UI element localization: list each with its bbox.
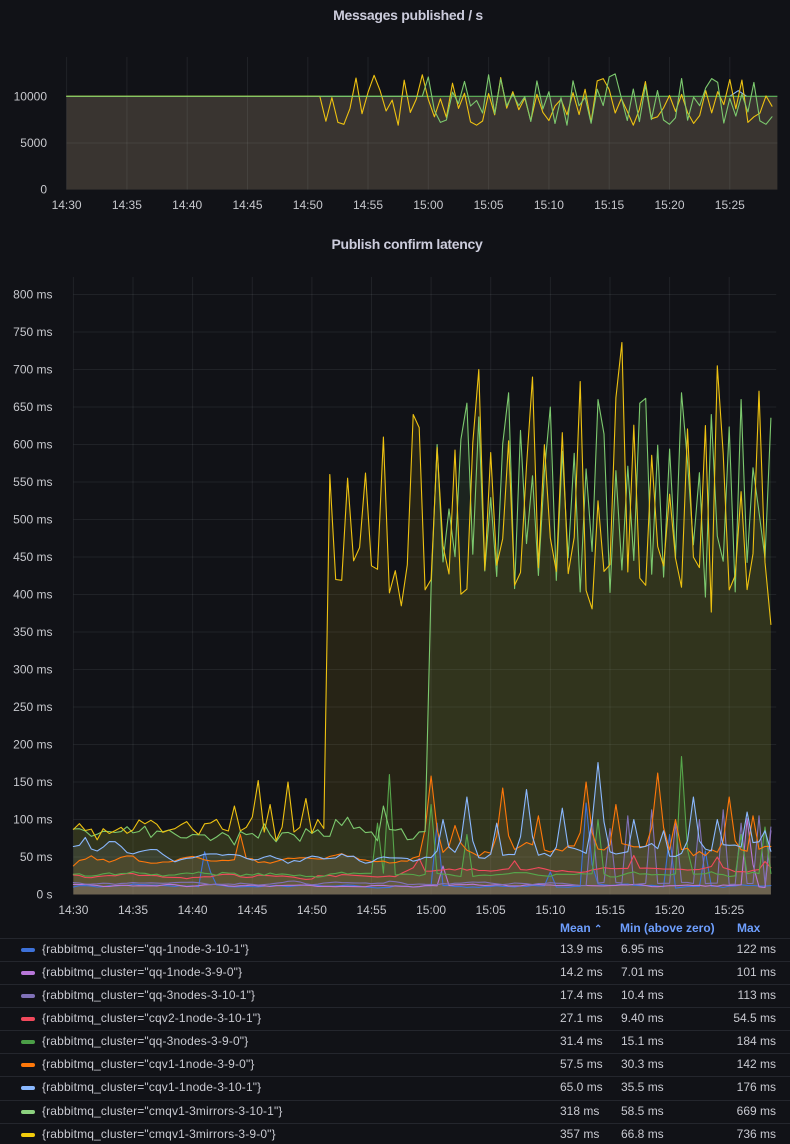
svg-text:14:45: 14:45 — [237, 903, 267, 917]
svg-text:14:45: 14:45 — [232, 198, 262, 212]
svg-text:14:40: 14:40 — [172, 198, 202, 212]
svg-text:200 ms: 200 ms — [13, 738, 52, 752]
svg-text:15:20: 15:20 — [654, 198, 684, 212]
svg-text:14:35: 14:35 — [112, 198, 142, 212]
svg-text:14:30: 14:30 — [52, 198, 82, 212]
svg-text:50 ms: 50 ms — [20, 850, 53, 864]
svg-text:750 ms: 750 ms — [13, 325, 52, 339]
svg-text:600 ms: 600 ms — [13, 438, 52, 452]
svg-text:100 ms: 100 ms — [13, 813, 52, 827]
svg-text:350 ms: 350 ms — [13, 625, 52, 639]
svg-text:15:05: 15:05 — [474, 198, 504, 212]
svg-text:14:40: 14:40 — [178, 903, 208, 917]
svg-text:0: 0 — [40, 183, 47, 197]
svg-text:14:35: 14:35 — [118, 903, 148, 917]
svg-text:15:25: 15:25 — [714, 903, 744, 917]
svg-text:15:20: 15:20 — [655, 903, 685, 917]
svg-text:150 ms: 150 ms — [13, 775, 52, 789]
svg-text:5000: 5000 — [20, 136, 47, 150]
svg-text:15:15: 15:15 — [594, 198, 624, 212]
svg-text:15:00: 15:00 — [416, 903, 446, 917]
svg-text:10000: 10000 — [14, 89, 48, 103]
svg-text:800 ms: 800 ms — [13, 288, 52, 302]
svg-text:650 ms: 650 ms — [13, 400, 52, 414]
svg-text:15:10: 15:10 — [534, 198, 564, 212]
svg-text:250 ms: 250 ms — [13, 700, 52, 714]
svg-text:300 ms: 300 ms — [13, 663, 52, 677]
svg-text:15:15: 15:15 — [595, 903, 625, 917]
svg-text:14:30: 14:30 — [58, 903, 88, 917]
svg-text:15:00: 15:00 — [413, 198, 443, 212]
svg-text:15:05: 15:05 — [476, 903, 506, 917]
svg-text:700 ms: 700 ms — [13, 363, 52, 377]
svg-text:14:50: 14:50 — [297, 903, 327, 917]
svg-text:450 ms: 450 ms — [13, 550, 52, 564]
svg-text:400 ms: 400 ms — [13, 588, 52, 602]
svg-text:0 s: 0 s — [36, 888, 52, 902]
svg-text:500 ms: 500 ms — [13, 513, 52, 527]
svg-text:15:25: 15:25 — [715, 198, 745, 212]
svg-text:14:55: 14:55 — [353, 198, 383, 212]
svg-text:14:50: 14:50 — [293, 198, 323, 212]
svg-text:15:10: 15:10 — [535, 903, 565, 917]
svg-text:14:55: 14:55 — [356, 903, 386, 917]
svg-text:550 ms: 550 ms — [13, 475, 52, 489]
